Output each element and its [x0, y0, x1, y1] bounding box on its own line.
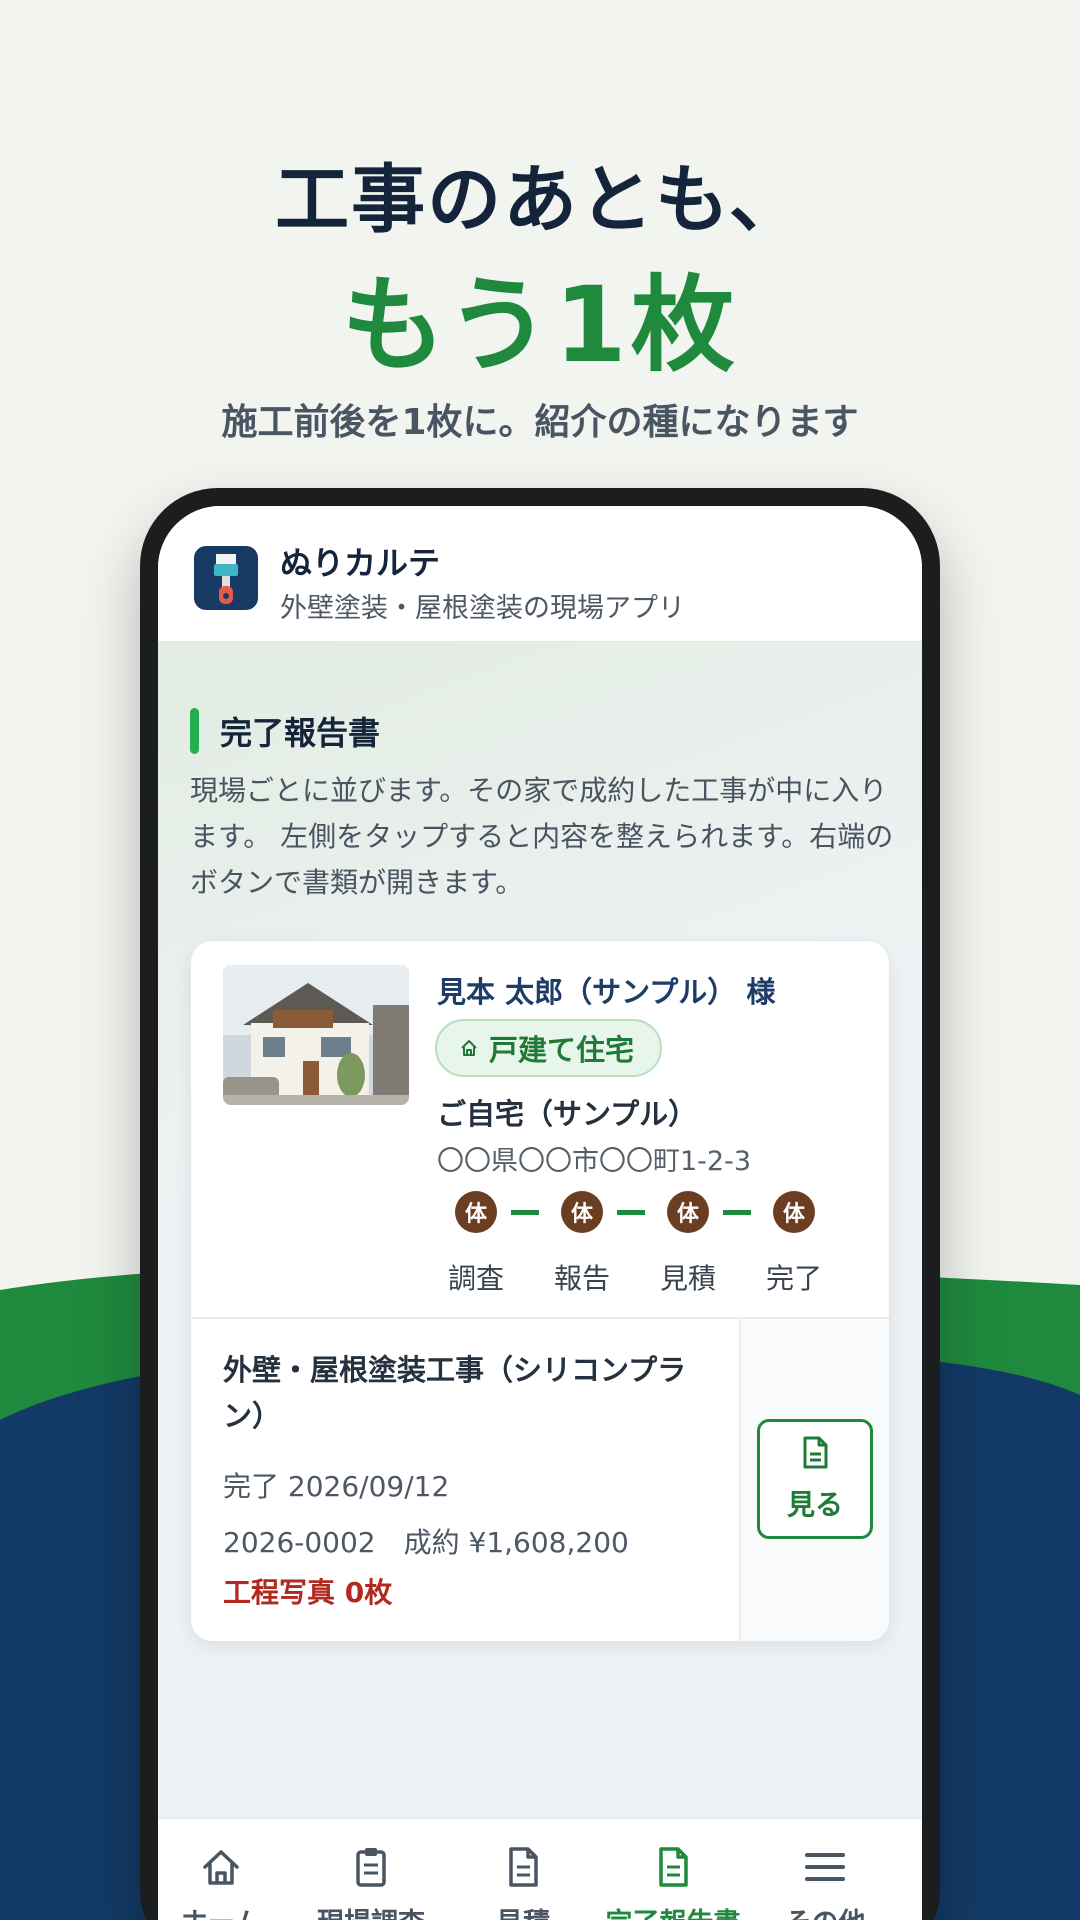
home-icon — [158, 1845, 296, 1901]
document-icon — [801, 1436, 829, 1477]
tab-estimate[interactable]: 見積 — [448, 1845, 598, 1920]
section-accent-bar — [190, 708, 199, 754]
step-label-estimate: 見積 — [659, 1262, 716, 1295]
step-badge-report: 体 — [561, 1191, 603, 1233]
job-completed-date: 完了 2026/09/12 — [223, 1470, 450, 1503]
site-address: 〇〇県〇〇市〇〇町1-2-3 — [437, 1146, 752, 1177]
tab-label: 現場調査 — [317, 1908, 425, 1920]
tab-label: ホーム — [181, 1908, 261, 1920]
bottom-tab-bar: ホーム 現場調査 見積 完了報告書 — [158, 1818, 922, 1920]
menu-icon — [750, 1845, 900, 1901]
tab-label: その他 — [785, 1908, 866, 1920]
house-photo — [223, 965, 409, 1105]
section-title: 完了報告書 — [220, 714, 381, 752]
tab-more[interactable]: その他 — [750, 1845, 900, 1920]
step-label-survey: 調査 — [447, 1262, 504, 1295]
app-name: ぬりカルテ — [280, 544, 441, 582]
clipboard-icon — [296, 1845, 446, 1901]
customer-name: 見本 太郎（サンプル） 様 — [437, 975, 776, 1009]
hero-headline: 工事のあとも、 — [275, 157, 805, 243]
phone-screen: ぬりカルテ 外壁塗装・屋根塗装の現場アプリ 完了報告書 現場ごとに並びます。その… — [158, 506, 922, 1920]
section-description: 現場ごとに並びます。その家で成約した工事が中に入ります。 左側をタップすると内容… — [190, 774, 894, 899]
site-name: ご自宅（サンプル） — [437, 1097, 698, 1131]
step-connector — [511, 1210, 539, 1215]
job-title: 外壁・屋根塗装工事（シリコンプラン） — [223, 1353, 687, 1433]
tab-label: 見積 — [496, 1908, 550, 1920]
tab-completion-report[interactable]: 完了報告書 — [598, 1845, 748, 1920]
building-type-badge: 戸建て住宅 — [435, 1019, 663, 1077]
document-icon — [448, 1845, 598, 1901]
job-actions: 見る — [739, 1319, 889, 1641]
building-type-label: 戸建て住宅 — [489, 1033, 635, 1067]
step-badge-estimate: 体 — [667, 1191, 709, 1233]
progress-steps: 体 体 体 体 調査 報告 見積 完了 — [431, 1191, 851, 1295]
step-badge-survey: 体 — [455, 1191, 497, 1233]
report-card: 見本 太郎（サンプル） 様 戸建て住宅 ご自宅（サンプル） 〇〇県〇〇市〇〇町1… — [190, 940, 890, 1642]
process-photo-count: 工程写真 0枚 — [223, 1576, 393, 1609]
job-number-and-amount: 2026-0002 成約 ¥1,608,200 — [223, 1526, 629, 1559]
step-connector — [617, 1210, 645, 1215]
report-icon — [598, 1845, 748, 1901]
app-header: ぬりカルテ 外壁塗装・屋根塗装の現場アプリ — [158, 506, 922, 642]
site-summary[interactable]: 見本 太郎（サンプル） 様 戸建て住宅 ご自宅（サンプル） 〇〇県〇〇市〇〇町1… — [191, 941, 889, 1319]
app-tagline: 外壁塗装・屋根塗装の現場アプリ — [280, 593, 685, 624]
view-report-button[interactable]: 見る — [757, 1419, 873, 1539]
hero-subtitle: 施工前後を1枚に。紹介の種になります — [221, 402, 859, 443]
job-row: 外壁・屋根塗装工事（シリコンプラン） 完了 2026/09/12 2026-00… — [191, 1319, 889, 1641]
tab-home[interactable]: ホーム — [158, 1845, 296, 1920]
tab-site-survey[interactable]: 現場調査 — [296, 1845, 446, 1920]
hero-highlight: もう1枚 — [341, 264, 739, 386]
phone-frame: ぬりカルテ 外壁塗装・屋根塗装の現場アプリ 完了報告書 現場ごとに並びます。その… — [140, 488, 940, 1920]
step-label-complete: 完了 — [765, 1262, 822, 1295]
step-badge-complete: 体 — [773, 1191, 815, 1233]
tab-label: 完了報告書 — [606, 1908, 741, 1920]
step-label-report: 報告 — [553, 1262, 610, 1295]
step-connector — [723, 1210, 751, 1215]
paint-brush-icon — [194, 546, 258, 610]
house-icon — [459, 1031, 479, 1065]
view-report-label: 見る — [786, 1487, 843, 1521]
